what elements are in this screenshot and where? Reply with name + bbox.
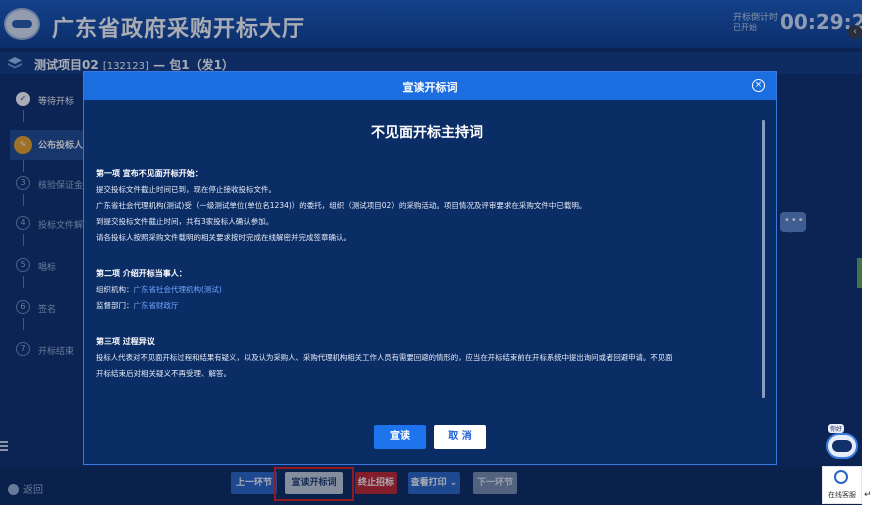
supervisor-row: 监督部门：广东省财政厅 [96, 300, 179, 311]
text-line: 到提交投标文件截止时间，共有3家投标人确认参加。 [96, 217, 274, 226]
scrollbar[interactable] [762, 120, 765, 398]
read-confirm-button[interactable]: 宣读 [374, 425, 426, 449]
text-line: 提交投标文件截止时间已到，现在停止接收投标文件。 [96, 185, 276, 194]
supervisor-label: 监督部门： [96, 301, 134, 310]
opening-words-dialog: 宣读开标词 × 不见面开标主持词 第一项 宣布不见面开标开始： 提交投标文件截止… [83, 71, 777, 465]
document-title: 不见面开标主持词 [371, 125, 483, 141]
close-icon[interactable]: × [752, 79, 765, 92]
agency-label: 组织机构： [96, 285, 134, 294]
section-heading: 第二项 介绍开标当事人： [96, 269, 187, 278]
return-icon: ↵ [864, 490, 872, 500]
supervisor-value: 广东省财政厅 [133, 301, 179, 310]
agency-row: 组织机构：广东省社会代理机构(测试) [96, 284, 222, 295]
dialog-title: 宣读开标词 [402, 81, 458, 94]
dialog-header: 宣读开标词 × [84, 72, 776, 100]
text-line: 投标人代表对不见面开标过程和结果有疑义，以及认为采购人、采购代理机构相关工作人员… [96, 353, 673, 362]
dialog-body[interactable]: 不见面开标主持词 第一项 宣布不见面开标开始： 提交投标文件截止时间已到，现在停… [94, 110, 760, 410]
section-heading: 第三项 过程异议 [96, 337, 155, 346]
section-heading: 第一项 宣布不见面开标开始： [96, 169, 203, 178]
text-line: 请各投标人按照采购文件载明的相关要求按时完成在线解密并完成签章确认。 [96, 233, 351, 242]
agency-value: 广东省社会代理机构(测试) [133, 285, 222, 294]
app-window: 广东省政府采购开标大厅 开标倒计时 已开始 00:29:2 测试项目02 [13… [0, 0, 862, 505]
robot-face [832, 440, 852, 452]
text-line: 广东省社会代理机构(测试)受（一级测试单位(单位名1234)）的委托，组织（测试… [96, 201, 587, 210]
cancel-button[interactable]: 取 消 [434, 425, 486, 449]
robot-greeting: 你好 [828, 424, 845, 433]
headset-icon [834, 470, 848, 484]
online-service-label: 在线客服 [828, 491, 856, 499]
text-line: 开标结束后对相关疑义不再受理、解答。 [96, 369, 231, 378]
